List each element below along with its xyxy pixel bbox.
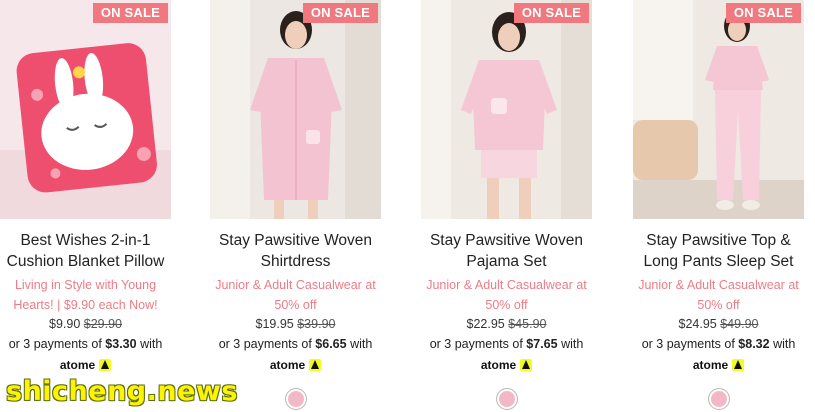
promo-line: Junior & Adult Casualwear at: [638, 278, 799, 292]
product-title[interactable]: Stay Pawsitive Woven Shirtdress: [210, 230, 381, 272]
atome-wordmark: atome: [269, 358, 306, 372]
atome-wordmark: atome: [59, 358, 96, 372]
color-swatch-pink[interactable]: [495, 388, 518, 410]
sale-price: $22.95: [466, 317, 505, 331]
title-line[interactable]: Cushion Blanket Pillow: [2, 251, 169, 272]
atome-wordmark: atome: [480, 358, 517, 372]
product-title[interactable]: Best Wishes 2-in-1 Cushion Blanket Pillo…: [0, 230, 171, 272]
promo-text: Junior & Adult Casualwear at 50% off: [210, 275, 381, 315]
installment-suffix: with: [773, 337, 796, 351]
original-price: $39.90: [297, 317, 336, 331]
original-price: $45.90: [508, 317, 547, 331]
promo-line: 50% off: [697, 298, 740, 312]
price-row: $19.95 $39.90: [210, 315, 381, 333]
sleep-set-model-photo: [633, 0, 804, 219]
installment-prefix: or 3 payments of: [641, 337, 735, 351]
installment-suffix: with: [350, 337, 373, 351]
atome-logo[interactable]: atome: [480, 357, 533, 373]
price-row: $9.90 $29.90: [0, 315, 171, 333]
atome-icon: [520, 359, 533, 371]
product-image[interactable]: ON SALE: [421, 0, 592, 219]
title-line[interactable]: Best Wishes 2-in-1: [2, 230, 169, 251]
original-price: $49.90: [720, 317, 759, 331]
installment-amount: $3.30: [105, 337, 137, 351]
product-image[interactable]: ON SALE: [0, 0, 171, 219]
installment-text: or 3 payments of $6.65 with: [210, 333, 381, 355]
on-sale-badge: ON SALE: [513, 3, 589, 23]
promo-line: 50% off: [274, 298, 317, 312]
atome-logo[interactable]: atome: [692, 357, 745, 373]
pajama-set-model-photo: [421, 0, 592, 219]
installment-amount: $8.32: [738, 337, 770, 351]
installment-amount: $6.65: [315, 337, 347, 351]
title-line[interactable]: Stay Pawsitive Top &: [635, 230, 802, 251]
atome-icon: [732, 359, 745, 371]
cushion-pillow-photo: [0, 0, 171, 219]
sale-price: $9.90: [49, 317, 81, 331]
atome-logo[interactable]: atome: [269, 357, 322, 373]
installment-text: or 3 payments of $7.65 with: [421, 333, 592, 355]
product-title[interactable]: Stay Pawsitive Top & Long Pants Sleep Se…: [633, 230, 804, 272]
price-row: $24.95 $49.90: [633, 315, 804, 333]
product-title[interactable]: Stay Pawsitive Woven Pajama Set: [421, 230, 592, 272]
promo-line: 50% off: [485, 298, 528, 312]
product-card[interactable]: ON SALE Best Wishes 2-in-1 Cushion Blank…: [0, 0, 171, 374]
installment-prefix: or 3 payments of: [8, 337, 102, 351]
promo-text: Junior & Adult Casualwear at 50% off: [421, 275, 592, 315]
atome-wordmark: atome: [692, 358, 729, 372]
product-card[interactable]: ON SALE Stay Pawsitive Top & Long Pants …: [633, 0, 804, 410]
on-sale-badge: ON SALE: [92, 3, 168, 23]
title-line[interactable]: Shirtdress: [212, 251, 379, 272]
promo-line: Living in Style with Young: [14, 278, 157, 292]
color-swatch-pink[interactable]: [707, 388, 730, 410]
installment-prefix: or 3 payments of: [218, 337, 312, 351]
promo-text: Junior & Adult Casualwear at 50% off: [633, 275, 804, 315]
title-line[interactable]: Stay Pawsitive Woven: [423, 230, 590, 251]
on-sale-badge: ON SALE: [725, 3, 801, 23]
shirtdress-model-photo: [210, 0, 381, 219]
title-line[interactable]: Pajama Set: [423, 251, 590, 272]
promo-text: Living in Style with Young Hearts! | $9.…: [0, 275, 171, 315]
installment-suffix: with: [140, 337, 163, 351]
promo-line: Hearts! | $9.90 each Now!: [13, 298, 158, 312]
installment-text: or 3 payments of $3.30 with: [0, 333, 171, 355]
title-line[interactable]: Stay Pawsitive Woven: [212, 230, 379, 251]
promo-line: Junior & Adult Casualwear at: [215, 278, 376, 292]
installment-text: or 3 payments of $8.32 with: [633, 333, 804, 355]
atome-icon: [99, 359, 112, 371]
promo-line: Junior & Adult Casualwear at: [426, 278, 587, 292]
product-card[interactable]: ON SALE Stay Pawsitive Woven Shirtdress …: [210, 0, 381, 410]
atome-logo[interactable]: atome: [59, 357, 112, 373]
installment-amount: $7.65: [526, 337, 558, 351]
installment-prefix: or 3 payments of: [429, 337, 523, 351]
sale-price: $24.95: [678, 317, 717, 331]
on-sale-badge: ON SALE: [302, 3, 378, 23]
original-price: $29.90: [83, 317, 122, 331]
product-image[interactable]: ON SALE: [210, 0, 381, 219]
color-swatch-pink[interactable]: [284, 388, 307, 410]
price-row: $22.95 $45.90: [421, 315, 592, 333]
sale-price: $19.95: [255, 317, 294, 331]
atome-icon: [309, 359, 322, 371]
product-image[interactable]: ON SALE: [633, 0, 804, 219]
site-watermark: shicheng.news: [6, 376, 238, 407]
installment-suffix: with: [561, 337, 584, 351]
product-card[interactable]: ON SALE Stay Pawsitive Woven Pajama Set …: [421, 0, 592, 410]
title-line[interactable]: Long Pants Sleep Set: [635, 251, 802, 272]
